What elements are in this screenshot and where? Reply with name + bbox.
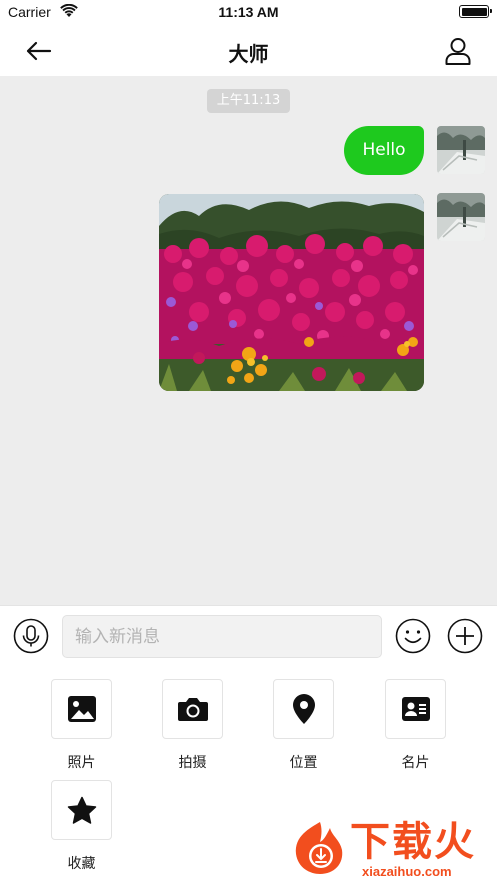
image-icon bbox=[67, 696, 96, 722]
status-time: 11:13 AM bbox=[218, 4, 279, 20]
battery-icon bbox=[459, 5, 492, 18]
watermark-domain: xiazaihuo.com bbox=[362, 864, 452, 879]
profile-button[interactable] bbox=[443, 36, 473, 66]
message-timestamp: 上午11:13 bbox=[207, 89, 290, 113]
avatar[interactable] bbox=[437, 193, 485, 241]
camera-button[interactable]: 拍摄 bbox=[162, 679, 226, 779]
input-bar bbox=[0, 605, 497, 665]
location-tile[interactable] bbox=[273, 679, 334, 739]
watermark: 下载火 xiazaihuo.com bbox=[290, 818, 490, 880]
favorites-label: 收藏 bbox=[67, 856, 96, 872]
favorites-button[interactable]: 收藏 bbox=[51, 780, 115, 880]
smiley-icon[interactable] bbox=[395, 618, 431, 654]
contact-card-icon bbox=[401, 697, 430, 721]
avatar[interactable] bbox=[437, 126, 485, 174]
location-button[interactable]: 位置 bbox=[273, 679, 337, 779]
plus-circle-icon[interactable] bbox=[447, 618, 483, 654]
camera-icon bbox=[177, 698, 208, 721]
message-input[interactable] bbox=[62, 615, 382, 658]
contact-card-tile[interactable] bbox=[385, 679, 446, 739]
flame-logo-icon bbox=[295, 822, 343, 874]
photos-button[interactable]: 照片 bbox=[51, 679, 115, 779]
message-bubble-image[interactable] bbox=[159, 194, 424, 391]
camera-label: 拍摄 bbox=[178, 755, 207, 771]
favorites-tile[interactable] bbox=[51, 780, 112, 840]
chat-area[interactable]: 上午11:13 Hello bbox=[0, 76, 497, 605]
flower-photo bbox=[159, 194, 424, 391]
photos-tile[interactable] bbox=[51, 679, 112, 739]
map-pin-icon bbox=[292, 694, 315, 724]
camera-tile[interactable] bbox=[162, 679, 223, 739]
message-bubble-text[interactable]: Hello bbox=[344, 126, 424, 175]
nav-bar: 大师 bbox=[0, 26, 497, 76]
microphone-icon[interactable] bbox=[13, 618, 49, 654]
page-title: 大师 bbox=[228, 42, 269, 66]
photos-label: 照片 bbox=[67, 755, 96, 771]
watermark-title: 下载火 bbox=[350, 819, 476, 865]
contact-card-label: 名片 bbox=[401, 755, 430, 771]
status-bar: Carrier 11:13 AM bbox=[0, 0, 497, 26]
location-label: 位置 bbox=[289, 755, 318, 771]
contact-card-button[interactable]: 名片 bbox=[385, 679, 449, 779]
star-icon bbox=[67, 796, 96, 824]
